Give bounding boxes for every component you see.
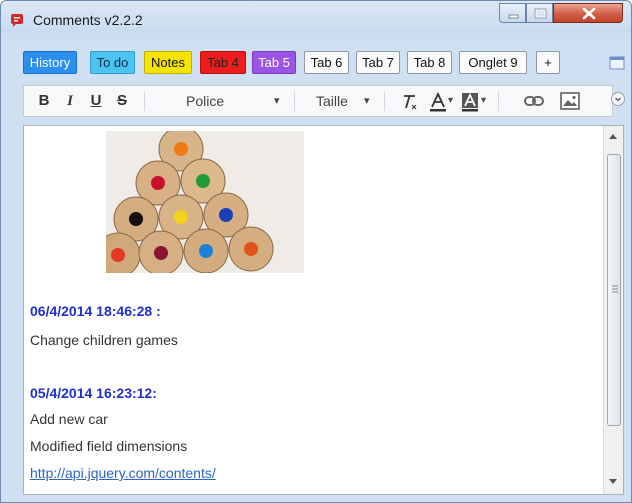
chevron-down-icon: ▾ (274, 95, 280, 107)
italic-button[interactable]: I (60, 86, 80, 116)
editor-toolbar: B I U S Police ▾ Taille ▾ ▾ ▾ (23, 85, 613, 117)
toolbar-separator (294, 91, 295, 111)
entry-date: 05/4/2014 16:23:12: (30, 385, 157, 401)
vertical-scrollbar[interactable] (603, 126, 623, 494)
toolbar-separator (498, 91, 499, 111)
collapse-toolbar-button[interactable] (611, 92, 625, 106)
tab-history[interactable]: History (23, 51, 77, 74)
background-color-icon[interactable] (461, 92, 479, 112)
title-bar[interactable]: Comments v2.2.2 (1, 1, 631, 39)
window-title: Comments v2.2.2 (33, 12, 143, 28)
entry-link[interactable]: http://api.jquery.com/contents/ (30, 465, 216, 481)
entry-text: Change children games (30, 332, 178, 348)
underline-button[interactable]: U (86, 86, 106, 116)
minimize-button[interactable] (499, 3, 526, 23)
close-button[interactable] (553, 3, 623, 23)
tab-7[interactable]: Tab 7 (356, 51, 400, 74)
font-family-dropdown[interactable]: Police ▾ (176, 86, 286, 116)
tab-5[interactable]: Tab 5 (252, 51, 296, 74)
chevron-down-icon: ▾ (364, 95, 370, 107)
font-size-label: Taille (316, 93, 348, 109)
add-tab-button[interactable]: + (536, 51, 560, 74)
tab-onglet-9[interactable]: Onglet 9 (459, 51, 527, 74)
font-size-dropdown[interactable]: Taille ▾ (304, 86, 374, 116)
editor-content[interactable]: 06/4/2014 18:46:28 : Change children gam… (23, 125, 624, 495)
app-logo-icon (11, 14, 23, 27)
tab-todo[interactable]: To do (90, 51, 135, 74)
chevron-down-icon[interactable]: ▾ (448, 95, 453, 106)
maximize-button[interactable] (526, 3, 553, 23)
colored-pencils-image (106, 131, 304, 273)
chevron-down-icon (615, 97, 621, 102)
strikethrough-button[interactable]: S (112, 86, 132, 116)
clear-format-icon[interactable] (400, 93, 418, 111)
grip-icon (612, 285, 618, 293)
tab-notes[interactable]: Notes (144, 51, 192, 74)
menu-icon[interactable] (609, 56, 625, 70)
entry-date: 06/4/2014 18:46:28 : (30, 303, 161, 319)
bold-button[interactable]: B (34, 86, 54, 116)
toolbar-separator (384, 91, 385, 111)
entry-text: Modified field dimensions (30, 438, 188, 454)
toolbar-separator (144, 91, 145, 111)
scrollbar-thumb[interactable] (607, 154, 621, 426)
tab-4[interactable]: Tab 4 (200, 51, 246, 74)
image-icon[interactable] (560, 92, 580, 110)
chevron-down-icon[interactable]: ▾ (481, 95, 486, 106)
link-icon[interactable] (524, 95, 544, 107)
font-family-label: Police (186, 93, 225, 109)
scroll-up-icon[interactable] (608, 132, 618, 140)
app-window: Comments v2.2.2 History To do Notes Tab … (0, 0, 632, 503)
text-color-icon[interactable] (429, 92, 447, 112)
tab-8[interactable]: Tab 8 (407, 51, 452, 74)
tab-6[interactable]: Tab 6 (304, 51, 349, 74)
entry-text: Add new car (30, 411, 108, 427)
scroll-down-icon[interactable] (608, 478, 618, 486)
